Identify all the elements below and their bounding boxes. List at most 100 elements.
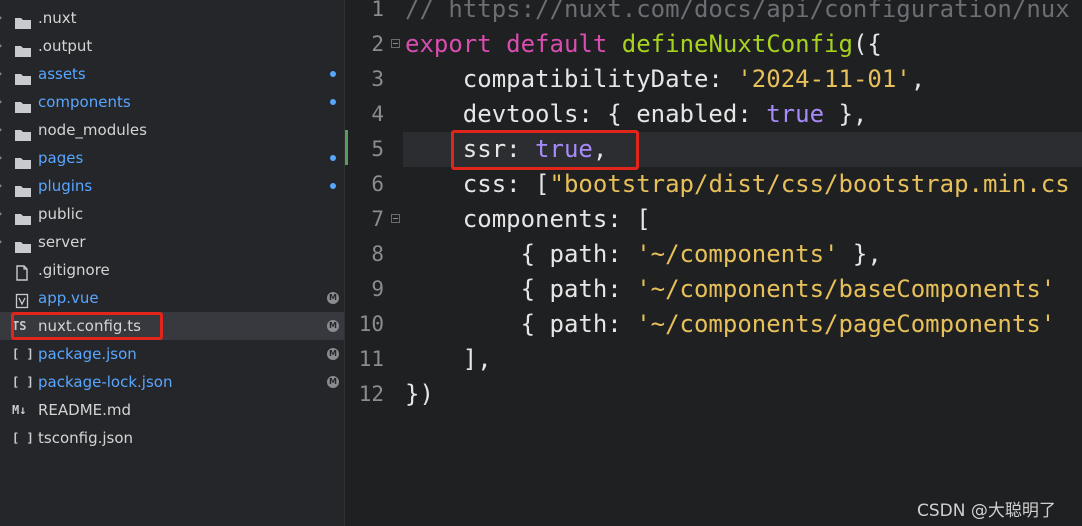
code-token-punc: , (910, 65, 926, 93)
chevron-right-icon[interactable]: › (0, 228, 6, 256)
chevron-right-icon[interactable]: › (0, 200, 6, 228)
code-line[interactable]: 1 // https://nuxt.com/docs/api/configurat… (345, 0, 1082, 27)
folder-icon (14, 11, 32, 29)
chevron-right-icon[interactable]: › (0, 144, 6, 172)
line-number: 3 (371, 67, 384, 91)
json-file-icon: [ ] (12, 431, 34, 445)
code-text: devtools: { enabled: true }, (405, 97, 868, 132)
code-token-str: '~/components' (636, 240, 839, 268)
folder-icon (14, 39, 32, 57)
code-token-punc (607, 30, 621, 58)
explorer-item-package-lock-json[interactable]: [ ] package-lock.json M (0, 368, 344, 396)
code-token-str: '~/components/pageComponents' (636, 310, 1056, 338)
line-number: 4 (371, 102, 384, 126)
explorer-item-components[interactable]: › components (0, 88, 344, 116)
highlight-box-ssr-line (451, 130, 639, 170)
line-number: 8 (371, 242, 384, 266)
modified-badge: M (327, 292, 339, 304)
code-token-punc: components: [ (405, 205, 651, 233)
highlight-box-nuxt-config (11, 312, 163, 340)
explorer-item-readme-md[interactable]: M↓ README.md (0, 396, 344, 424)
code-text: components: [ (405, 202, 651, 237)
code-token-punc: compatibilityDate: (405, 65, 738, 93)
explorer-item-label: node_modules (38, 121, 147, 139)
line-number: 11 (358, 347, 384, 371)
code-token-fn: defineNuxtConfig (621, 30, 853, 58)
watermark: CSDN @大聪明了 (917, 501, 1056, 521)
code-line[interactable]: 10 { path: '~/components/pageComponents' (345, 307, 1082, 342)
fold-toggle-icon[interactable] (391, 39, 400, 48)
code-line[interactable]: 12}) (345, 377, 1082, 412)
explorer-item-label: public (38, 205, 84, 223)
code-token-punc: }, (838, 240, 882, 268)
code-token-punc: { path: (405, 310, 637, 338)
explorer-item-dot-nuxt[interactable]: › .nuxt (0, 4, 344, 32)
folder-icon (14, 235, 32, 253)
explorer-item-label: pages (38, 149, 84, 167)
code-token-punc (492, 30, 506, 58)
code-line[interactable]: 6 css: ["bootstrap/dist/css/bootstrap.mi… (345, 167, 1082, 202)
folder-icon (14, 151, 32, 169)
line-number: 2 (371, 32, 384, 56)
explorer-item-server[interactable]: › server (0, 228, 344, 256)
line-number: 10 (358, 312, 384, 336)
fold-toggle-icon[interactable] (391, 214, 400, 223)
code-token-punc: { path: (405, 275, 637, 303)
chevron-right-icon[interactable]: › (0, 4, 6, 32)
explorer-item-label: .nuxt (38, 9, 77, 27)
explorer-item-public[interactable]: › public (0, 200, 344, 228)
explorer-item-label: .output (38, 37, 93, 55)
code-line[interactable]: 7 components: [ (345, 202, 1082, 237)
folder-icon (14, 95, 32, 113)
chevron-right-icon[interactable]: › (0, 172, 6, 200)
chevron-right-icon[interactable]: › (0, 60, 6, 88)
code-token-punc: }, (824, 100, 868, 128)
explorer-item-package-json[interactable]: [ ] package.json M (0, 340, 344, 368)
explorer-item-label: package.json (38, 345, 137, 363)
explorer-item-pages[interactable]: › pages (0, 144, 344, 172)
code-token-comment: // https://nuxt.com/docs/api/configurati… (405, 0, 1070, 23)
modified-badge: M (327, 376, 339, 388)
explorer-item-node-modules[interactable]: › node_modules (0, 116, 344, 144)
md-file-icon: M↓ (12, 403, 27, 417)
code-token-str: "bootstrap/dist/css/bootstrap.min.cs (549, 170, 1070, 198)
code-text: css: ["bootstrap/dist/css/bootstrap.min.… (405, 167, 1070, 202)
changes-dot-indicator (330, 183, 336, 189)
explorer-item-label: tsconfig.json (38, 429, 134, 447)
explorer-item-app-vue[interactable]: app.vue M (0, 284, 344, 312)
code-line[interactable]: 3 compatibilityDate: '2024-11-01', (345, 62, 1082, 97)
line-number: 9 (371, 277, 384, 301)
explorer-item-tsconfig-json[interactable]: [ ] tsconfig.json (0, 424, 344, 452)
code-token-punc: }) (405, 380, 434, 408)
code-text: { path: '~/components/pageComponents' (405, 307, 1070, 342)
chevron-right-icon[interactable]: › (0, 88, 6, 116)
code-line[interactable]: 11 ], (345, 342, 1082, 377)
explorer-item-label: .gitignore (38, 261, 110, 279)
code-token-kw: export (405, 30, 492, 58)
vue-file-icon (15, 290, 33, 309)
code-line[interactable]: 4 devtools: { enabled: true }, (345, 97, 1082, 132)
explorer-item-plugins[interactable]: › plugins (0, 172, 344, 200)
code-token-punc: { path: (405, 240, 637, 268)
chevron-right-icon[interactable]: › (0, 116, 6, 144)
code-line[interactable]: 8 { path: '~/components' }, (345, 237, 1082, 272)
code-token-punc: ], (405, 345, 492, 373)
code-token-bool: true (766, 100, 825, 128)
explorer-item-dot-gitignore[interactable]: .gitignore (0, 256, 344, 284)
explorer-item-label: README.md (38, 401, 132, 419)
folder-icon (14, 179, 32, 197)
code-text: // https://nuxt.com/docs/api/configurati… (405, 0, 1070, 27)
explorer-item-label: app.vue (38, 289, 99, 307)
folder-icon (14, 123, 32, 141)
explorer-item-dot-output[interactable]: › .output (0, 32, 344, 60)
folder-icon (14, 207, 32, 225)
chevron-right-icon[interactable]: › (0, 32, 6, 60)
line-number: 5 (371, 137, 384, 161)
explorer-item-assets[interactable]: › assets (0, 60, 344, 88)
modified-badge: M (327, 320, 339, 332)
changes-dot-indicator (330, 155, 336, 161)
code-line[interactable]: 2 export default defineNuxtConfig({ (345, 27, 1082, 62)
explorer-item-label: package-lock.json (38, 373, 173, 391)
code-editor[interactable]: 1 // https://nuxt.com/docs/api/configurat… (345, 0, 1082, 526)
code-line[interactable]: 9 { path: '~/components/baseComponents' (345, 272, 1082, 307)
